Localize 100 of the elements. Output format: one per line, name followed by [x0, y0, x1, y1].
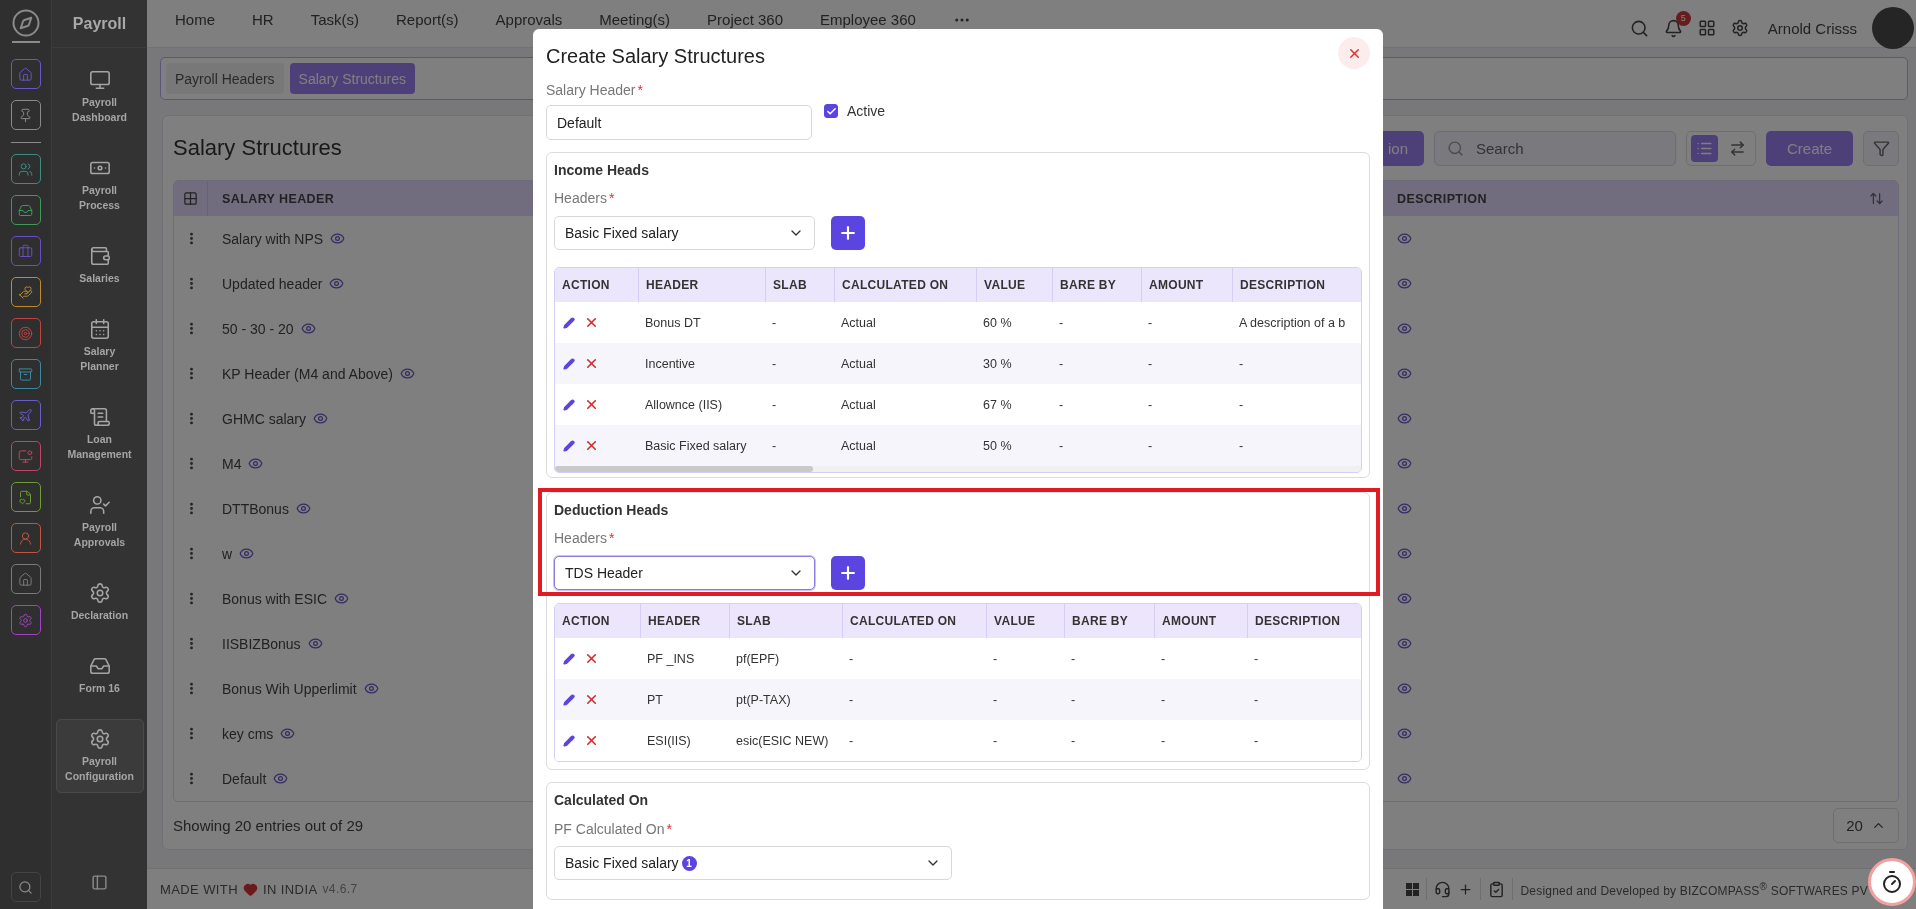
table-cell-text: 50 % — [982, 438, 1013, 453]
module-item[interactable]: Payroll Configuration — [55, 719, 144, 793]
module-item[interactable]: Salaries — [55, 236, 144, 295]
table-cell-text: Basic Fixed salary — [644, 438, 748, 453]
table-cell-text: - — [1160, 733, 1167, 748]
modal-title: Create Salary Structures — [546, 44, 765, 69]
table-cell-text: - — [1238, 397, 1245, 412]
section-title: Deduction Heads — [554, 501, 670, 519]
table-cell-text: - — [771, 438, 778, 453]
nav-link[interactable]: Project 360 — [707, 11, 783, 28]
table-cell-text: PT — [646, 692, 664, 707]
footer-text: IN INDIA — [263, 881, 318, 897]
user-name[interactable]: Arnold Crisss — [1767, 19, 1857, 37]
page-title: Salary Structures — [173, 135, 342, 161]
nav-link[interactable]: Meeting(s) — [599, 11, 671, 28]
table-cell-text: - — [1147, 356, 1154, 371]
table-cell-text: - — [1070, 692, 1077, 707]
salary-header-input[interactable]: Default — [546, 105, 812, 140]
table-cell-text: - — [1253, 651, 1260, 666]
table-cell-text: - — [1147, 315, 1154, 330]
section-title: Calculated On — [554, 791, 650, 809]
table-cell-text: 30 % — [982, 356, 1013, 371]
table-cell: M4 — [222, 455, 242, 472]
table-cell-text: - — [1238, 438, 1245, 453]
nav-link[interactable]: HR — [252, 11, 274, 28]
section-title: Income Heads — [554, 161, 650, 179]
table-cell-text: - — [992, 733, 999, 748]
table-cell: IISBIZBonus — [222, 635, 301, 652]
table-cell-text: - — [771, 315, 778, 330]
table-cell-text: - — [1070, 651, 1077, 666]
calculated-on-select[interactable]: Basic Fixed salary 1 — [554, 846, 952, 880]
field-label: Headers* — [554, 189, 616, 207]
table-cell: Salary with NPS — [222, 230, 324, 247]
table-cell-text: - — [1160, 651, 1167, 666]
table-cell-text: Allownce (IIS) — [644, 397, 724, 412]
nav-link[interactable]: Home — [175, 11, 215, 28]
module-item[interactable]: Salary Planner — [55, 309, 144, 383]
field-label: Headers* — [554, 529, 616, 547]
table-cell: Updated header — [222, 275, 323, 292]
module-item[interactable]: Form 16 — [55, 646, 144, 705]
table-cell-text: PF _INS — [646, 651, 696, 666]
table-cell-text: 67 % — [982, 397, 1013, 412]
table-cell-text: - — [848, 733, 855, 748]
table-cell: Bonus Wih Upperlimit — [222, 680, 357, 697]
nav-link[interactable]: Report(s) — [396, 11, 459, 28]
table-cell: GHMC salary — [222, 410, 306, 427]
table-cell-text: - — [848, 651, 855, 666]
table-cell: KP Header (M4 and Above) — [222, 365, 393, 382]
footer-text: MADE WITH — [160, 881, 238, 897]
table-cell-text: pf(EPF) — [735, 651, 781, 666]
table-cell-text: pt(P-TAX) — [735, 692, 792, 707]
table-cell-text: - — [992, 651, 999, 666]
credit-text: Designed and Developed by BIZCOMPASS$^{®}$ SOFTWARES PV — [1520, 880, 1868, 898]
search-input[interactable]: Search — [1474, 138, 1654, 158]
module-item[interactable]: Loan Management — [55, 397, 144, 471]
table-cell-text: Actual — [840, 438, 877, 453]
table-cell-text: - — [771, 356, 778, 371]
table-cell-text: - — [1058, 397, 1065, 412]
table-cell: 50 - 30 - 20 — [222, 320, 294, 337]
column-header: ACTION — [561, 277, 611, 294]
headers-select[interactable]: TDS Header — [554, 556, 815, 590]
module-item[interactable]: Payroll Process — [55, 148, 144, 222]
table-cell-text: - — [1147, 438, 1154, 453]
headers-select[interactable]: Basic Fixed salary — [554, 216, 815, 250]
table-cell-text: - — [1253, 733, 1260, 748]
nav-link[interactable]: Employee 360 — [820, 11, 916, 28]
table-cell-text: ESI(IIS) — [646, 733, 692, 748]
table-cell-text: Actual — [840, 356, 877, 371]
page-size-select[interactable]: 20 — [1833, 808, 1899, 843]
tab[interactable]: Payroll Headers — [166, 63, 284, 94]
table-cell-text: - — [1058, 315, 1065, 330]
module-item[interactable]: Payroll Approvals — [55, 485, 144, 559]
table-cell-text: - — [771, 397, 778, 412]
column-header: DESCRIPTION — [1396, 191, 1487, 206]
nav-link[interactable]: Approvals — [495, 11, 563, 28]
search-field[interactable]: Search — [1434, 130, 1676, 166]
table-cell-text: - — [992, 692, 999, 707]
table-cell: key cms — [222, 725, 274, 742]
count-badge: 1 — [681, 855, 697, 871]
version-text: v4.6.7 — [322, 882, 358, 896]
column-header: SALARY HEADER — [221, 191, 335, 206]
table-cell-text: esic(ESIC NEW) — [735, 733, 830, 748]
table-cell-text: - — [848, 692, 855, 707]
table-cell-text: Actual — [840, 397, 877, 412]
nav-link[interactable]: Task(s) — [310, 11, 360, 28]
table-cell-text: Actual — [840, 315, 877, 330]
table-cell-text: A description of a b — [1238, 315, 1347, 330]
table-cell-text: Incentive — [644, 356, 697, 371]
table-cell-text: - — [1070, 733, 1077, 748]
table-cell: Bonus with ESIC — [222, 590, 328, 607]
table-cell-text: - — [1253, 692, 1260, 707]
table-cell-text: - — [1147, 397, 1154, 412]
table-cell: Default — [222, 770, 267, 787]
table-cell: DTTBonus — [222, 500, 289, 517]
field-label: Salary Header* — [546, 81, 644, 99]
table-cell: w — [222, 545, 233, 562]
field-label: PF Calculated On* — [554, 820, 673, 838]
notification-badge: 5 — [1675, 10, 1691, 26]
module-item[interactable]: Payroll Dashboard — [55, 60, 144, 134]
module-item[interactable]: Declaration — [55, 573, 144, 632]
